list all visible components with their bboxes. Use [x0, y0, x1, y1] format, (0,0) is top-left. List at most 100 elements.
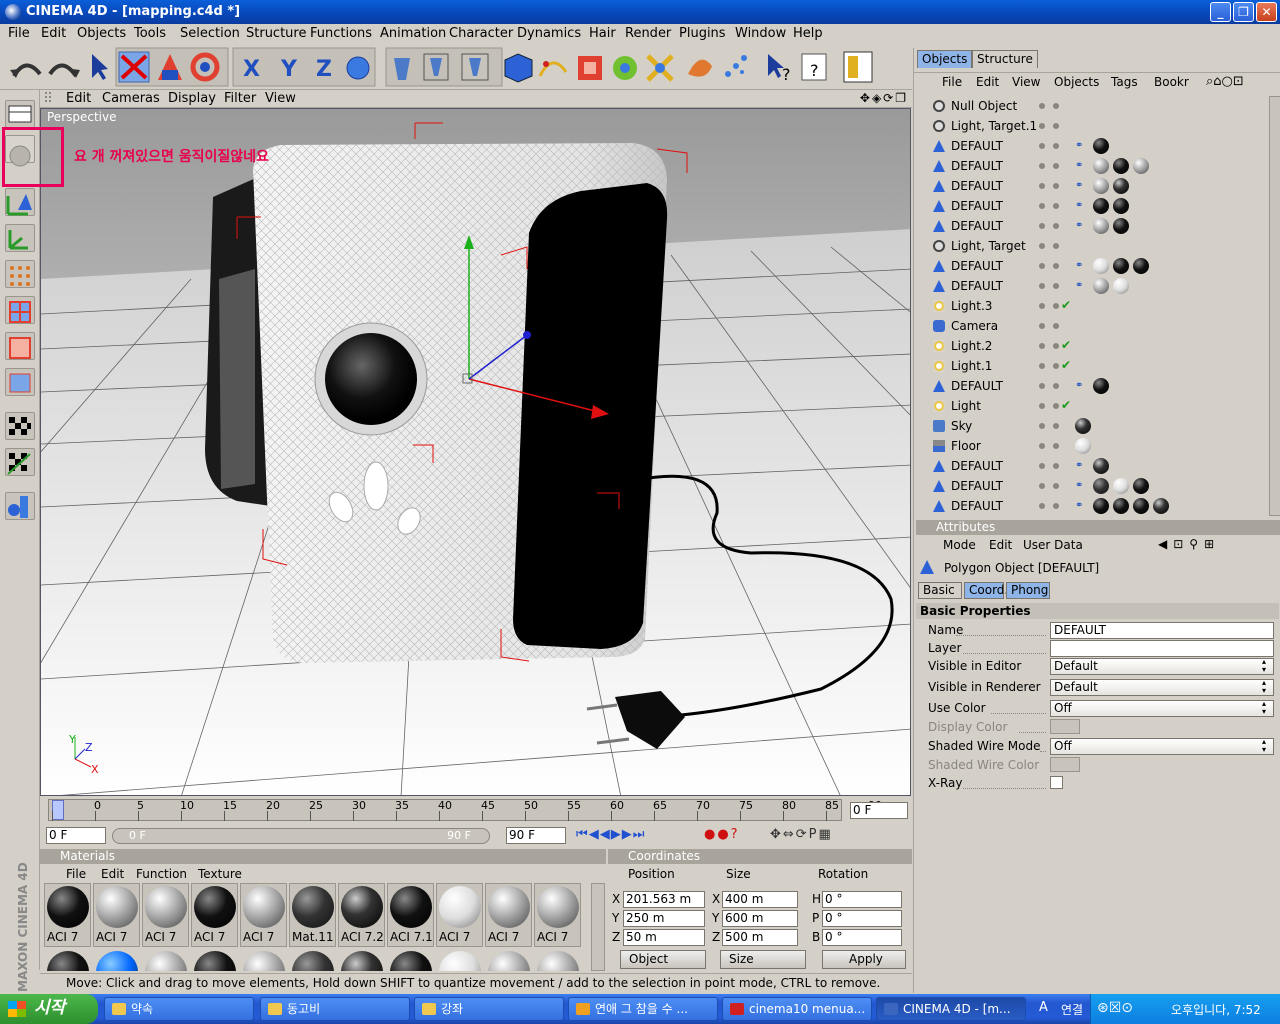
object-row[interactable]: Sky — [925, 416, 1268, 436]
object-menu-bookr[interactable]: Bookr — [1154, 75, 1189, 89]
editor-visibility-dot[interactable] — [1039, 123, 1045, 129]
layout-icon[interactable] — [843, 51, 873, 83]
material-ball-icon[interactable] — [488, 951, 530, 971]
apply-button[interactable]: Apply — [822, 950, 906, 969]
object-row[interactable]: Light ✔ — [925, 396, 1268, 416]
material-tag-icon[interactable] — [1093, 478, 1109, 494]
attr-dropdown[interactable]: Default — [1050, 658, 1274, 675]
viewport-menu-display[interactable]: Display — [168, 91, 216, 106]
editor-visibility-dot[interactable] — [1039, 223, 1045, 229]
editor-visibility-dot[interactable] — [1039, 143, 1045, 149]
redo-icon[interactable] — [48, 63, 80, 78]
render-visibility-dot[interactable] — [1053, 123, 1059, 129]
enabled-check-icon[interactable]: ✔ — [1061, 338, 1071, 352]
material-tag-icon[interactable] — [1113, 278, 1129, 294]
menu-plugins[interactable]: Plugins — [679, 26, 726, 41]
editor-visibility-dot[interactable] — [1039, 183, 1045, 189]
material-swatch[interactable]: ACI 7 — [485, 883, 532, 947]
viewport-scene[interactable]: Y Z X — [41, 109, 911, 796]
menu-functions[interactable]: Functions — [310, 26, 372, 41]
object-row[interactable]: DEFAULT ⚭ — [925, 196, 1268, 216]
object-row[interactable]: DEFAULT ⚭ — [925, 496, 1268, 516]
material-ball-icon[interactable] — [47, 951, 89, 971]
materials-menu-function[interactable]: Function — [136, 867, 187, 881]
material-ball-icon[interactable] — [194, 951, 236, 971]
material-tag-icon[interactable] — [1093, 158, 1109, 174]
editor-visibility-dot[interactable] — [1039, 463, 1045, 469]
object-row[interactable]: DEFAULT ⚭ — [925, 216, 1268, 236]
object-row[interactable]: DEFAULT ⚭ — [925, 276, 1268, 296]
material-tag-icon[interactable] — [1075, 418, 1091, 434]
coord-field[interactable]: 400 m — [722, 891, 798, 908]
texture-tag-icon[interactable]: ⚭ — [1075, 380, 1089, 392]
record-buttons[interactable]: ●●? — [704, 827, 740, 842]
tab-structure[interactable]: Structure — [972, 50, 1038, 68]
object-row[interactable]: Camera — [925, 316, 1268, 336]
material-tag-icon[interactable] — [1153, 498, 1169, 514]
nurbs-icon[interactable] — [578, 56, 602, 80]
scene-object-icon[interactable] — [688, 59, 712, 77]
material-tag-icon[interactable] — [1133, 158, 1149, 174]
editor-visibility-dot[interactable] — [1039, 483, 1045, 489]
spline-pen-icon[interactable] — [538, 61, 568, 77]
menu-render[interactable]: Render — [625, 26, 671, 41]
texture-tag-icon[interactable]: ⚭ — [1075, 280, 1089, 292]
menu-tools[interactable]: Tools — [134, 26, 166, 41]
render-visibility-dot[interactable] — [1053, 483, 1059, 489]
coord-field[interactable]: 0 ° — [822, 910, 902, 927]
language-indicator[interactable]: A — [1039, 1000, 1048, 1015]
texture-tag-icon[interactable]: ⚭ — [1075, 220, 1089, 232]
material-ball-icon[interactable] — [439, 951, 481, 971]
render-visibility-dot[interactable] — [1053, 383, 1059, 389]
menu-objects[interactable]: Objects — [77, 26, 126, 41]
coord-field[interactable]: 500 m — [722, 929, 798, 946]
viewport-menu-edit[interactable]: Edit — [66, 91, 91, 106]
render-visibility-dot[interactable] — [1053, 403, 1059, 409]
menu-dynamics[interactable]: Dynamics — [517, 26, 581, 41]
material-tag-icon[interactable] — [1113, 258, 1129, 274]
render-visibility-dot[interactable] — [1053, 143, 1059, 149]
material-swatch[interactable]: ACI 7 — [93, 883, 140, 947]
material-tag-icon[interactable] — [1093, 138, 1109, 154]
material-tag-icon[interactable] — [1113, 178, 1129, 194]
object-row[interactable]: Null Object — [925, 96, 1268, 116]
material-tag-icon[interactable] — [1113, 198, 1129, 214]
close-button[interactable]: ✕ — [1256, 2, 1277, 22]
menu-help[interactable]: Help — [793, 26, 823, 41]
material-tag-icon[interactable] — [1093, 198, 1109, 214]
object-row[interactable]: Light.2 ✔ — [925, 336, 1268, 356]
texture-tag-icon[interactable]: ⚭ — [1075, 160, 1089, 172]
perspective-viewport[interactable]: Y Z X — [40, 108, 911, 796]
editor-visibility-dot[interactable] — [1039, 443, 1045, 449]
tab-objects[interactable]: Objects — [917, 50, 973, 68]
material-tag-icon[interactable] — [1133, 258, 1149, 274]
coord-field[interactable]: 600 m — [722, 910, 798, 927]
object-row[interactable]: DEFAULT ⚭ — [925, 256, 1268, 276]
object-row[interactable]: Light, Target — [925, 236, 1268, 256]
object-menu-edit[interactable]: Edit — [976, 75, 999, 89]
enabled-check-icon[interactable]: ✔ — [1061, 398, 1071, 412]
render-visibility-dot[interactable] — [1053, 323, 1059, 329]
render-visibility-dot[interactable] — [1053, 303, 1059, 309]
live-selection-icon[interactable] — [92, 54, 108, 80]
viewport-menu-cameras[interactable]: Cameras — [102, 91, 160, 106]
editor-visibility-dot[interactable] — [1039, 403, 1045, 409]
render-visibility-dot[interactable] — [1053, 463, 1059, 469]
key-mode-buttons[interactable]: ✥⇔⟳P▦ — [770, 827, 833, 842]
attr-checkbox[interactable] — [1050, 776, 1063, 789]
object-row[interactable]: DEFAULT ⚭ — [925, 476, 1268, 496]
materials-menu-texture[interactable]: Texture — [198, 867, 242, 881]
editor-visibility-dot[interactable] — [1039, 383, 1045, 389]
editor-visibility-dot[interactable] — [1039, 263, 1045, 269]
object-row[interactable]: DEFAULT ⚭ — [925, 176, 1268, 196]
texture-tag-icon[interactable]: ⚭ — [1075, 460, 1089, 472]
attr-color-swatch[interactable] — [1050, 757, 1080, 772]
material-swatch[interactable]: ACI 7 — [534, 883, 581, 947]
viewport-menu-filter[interactable]: Filter — [224, 91, 256, 106]
material-swatch[interactable]: ACI 7 — [191, 883, 238, 947]
object-row[interactable]: DEFAULT ⚭ — [925, 136, 1268, 156]
render-visibility-dot[interactable] — [1053, 503, 1059, 509]
attributes-menu-mode[interactable]: Mode — [943, 538, 976, 552]
menu-file[interactable]: File — [8, 26, 30, 41]
taskbar-task[interactable]: 동고비 — [260, 997, 410, 1021]
